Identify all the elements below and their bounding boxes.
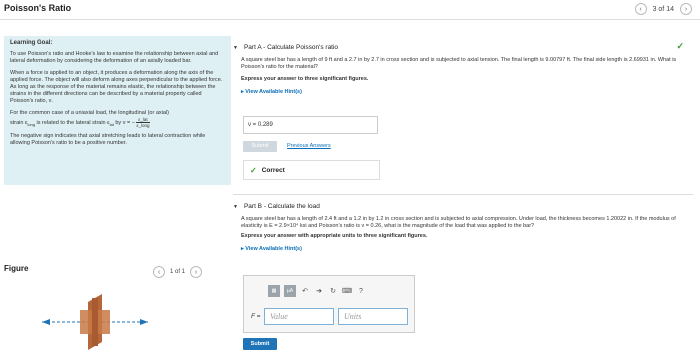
goal-heading: Learning Goal: — [10, 40, 53, 46]
next-page-icon[interactable]: › — [680, 3, 692, 15]
part-b-hint-link[interactable]: ▸ View Available Hint(s) — [233, 246, 693, 252]
figure-prev-icon[interactable]: ‹ — [153, 266, 165, 278]
prev-page-icon[interactable]: ‹ — [634, 3, 647, 15]
part-a: ▼ Part A - Calculate Poisson's ratio A s… — [233, 44, 693, 95]
correct-label: Correct — [261, 166, 285, 174]
goal-paragraph-3: For the common case of a uniaxial load, … — [10, 110, 169, 128]
part-b-header[interactable]: ▼ Part B - Calculate the load — [233, 203, 693, 210]
collapse-caret-icon[interactable]: ▼ — [233, 45, 238, 51]
keyboard-icon[interactable]: ⌨ — [342, 287, 352, 295]
figure-next-icon[interactable]: › — [190, 266, 203, 278]
axial-bar-figure — [42, 294, 148, 350]
previous-answers-link[interactable]: Previous Answers — [287, 143, 331, 149]
goal-paragraph-4: The negative sign indicates that axial s… — [10, 133, 206, 147]
part-b-instruction: Express your answer with appropriate uni… — [241, 233, 428, 239]
collapse-caret-icon[interactable]: ▼ — [233, 204, 238, 210]
undo-icon[interactable]: ↶ — [300, 287, 310, 295]
poisson-fraction: ε_lat ε_long — [136, 117, 150, 128]
help-icon[interactable]: ? — [356, 288, 366, 295]
force-label: F = — [251, 313, 261, 320]
check-icon: ✓ — [676, 41, 684, 51]
part-a-hint-link[interactable]: ▸ View Available Hint(s) — [233, 89, 693, 95]
part-a-answer: ν = 0.289 — [243, 116, 378, 134]
right-arrow-icon — [140, 319, 148, 325]
top-bar: Poisson's Ratio ‹ 3 of 14 › — [0, 0, 700, 18]
page-title: Poisson's Ratio — [4, 3, 72, 13]
figure-label: Figure — [4, 264, 29, 273]
correct-check-icon: ✓ — [250, 165, 257, 175]
part-a-instruction: Express your answer to three significant… — [241, 76, 369, 82]
mu-button[interactable]: μA — [284, 285, 296, 297]
redo-icon[interactable]: ➜ — [314, 287, 324, 295]
header-divider — [0, 19, 700, 20]
units-input[interactable]: Units — [338, 308, 408, 325]
part-a-submit-button[interactable]: Submit — [243, 141, 277, 152]
figure-pager: ‹ 1 of 1 › — [153, 266, 203, 278]
goal-paragraph-1: To use Poisson's ratio and Hooke's law t… — [10, 51, 219, 64]
reset-icon[interactable]: ↻ — [328, 287, 338, 295]
left-arrow-icon — [42, 319, 50, 325]
part-b-submit-button[interactable]: Submit — [243, 338, 277, 350]
part-a-title: Part A - Calculate Poisson's ratio — [243, 44, 339, 51]
part-a-header[interactable]: ▼ Part A - Calculate Poisson's ratio — [233, 44, 693, 51]
part-b-question: A square steel bar has a length of 2.4 f… — [241, 216, 676, 229]
goal-paragraph-2: When a force is applied to an object, it… — [10, 70, 223, 104]
part-a-question: A square steel bar has a length of 9 ft … — [241, 57, 677, 70]
math-toolbar: ▦ μA ↶ ➜ ↻ ⌨ ? — [268, 285, 366, 297]
learning-goal-panel: Learning Goal: To use Poisson's ratio an… — [4, 36, 231, 185]
template-icon[interactable]: ▦ — [268, 285, 280, 297]
value-input[interactable]: Value — [264, 308, 334, 325]
figure-counter: 1 of 1 — [170, 269, 186, 275]
page-counter: 3 of 14 — [652, 5, 674, 13]
answer-input-panel: ▦ μA ↶ ➜ ↻ ⌨ ? F = Value Units — [243, 275, 415, 333]
bar-front — [92, 298, 98, 346]
pager: ‹ 3 of 14 › — [634, 3, 692, 15]
part-b-title: Part B - Calculate the load — [243, 203, 320, 210]
part-divider — [233, 194, 693, 195]
part-b: ▼ Part B - Calculate the load A square s… — [233, 203, 693, 252]
correct-feedback: ✓ Correct — [243, 160, 380, 180]
